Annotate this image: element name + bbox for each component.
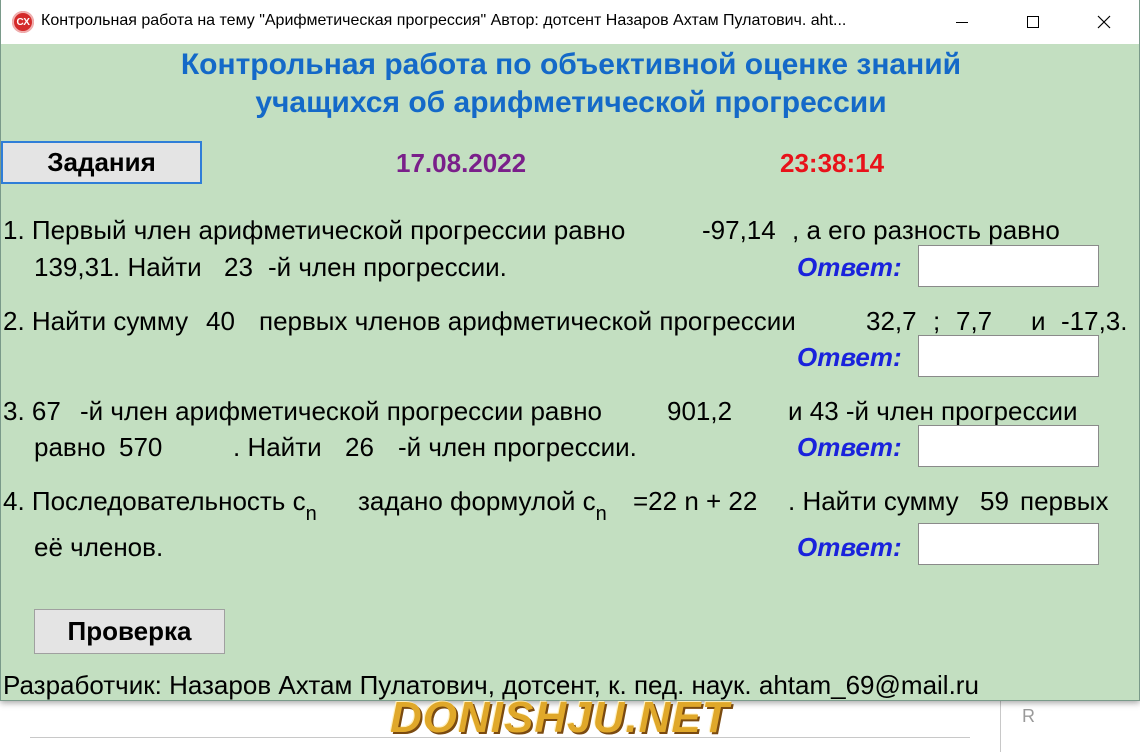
task2-sep1: ; bbox=[933, 306, 941, 336]
check-button[interactable]: Проверка bbox=[34, 609, 225, 654]
task2-sep2: и bbox=[1031, 306, 1046, 336]
tasks-button[interactable]: Задания bbox=[1, 141, 202, 184]
task4-text-a-main: 4. Последовательность с bbox=[3, 486, 306, 516]
minimize-button[interactable] bbox=[928, 0, 996, 44]
maximize-icon bbox=[1027, 16, 1039, 28]
task4-text-d: первых bbox=[1020, 486, 1109, 516]
task4-count: 59 bbox=[980, 486, 1009, 516]
task4-text-b-main: задано формулой с bbox=[358, 486, 596, 516]
task3-answer-input[interactable] bbox=[918, 425, 1099, 467]
task1-text-c: . Найти bbox=[113, 252, 202, 282]
task1-term-number: 23 bbox=[224, 252, 253, 282]
task3-value2: 570 bbox=[119, 432, 163, 462]
task4-formula: =22 n + 22 bbox=[633, 486, 758, 516]
time-display: 23:38:14 bbox=[780, 148, 885, 178]
task4-subscript-1: n bbox=[305, 503, 317, 525]
task1-text-a: 1. Первый член арифметической прогрессии… bbox=[3, 215, 626, 245]
task1-difference: 139,31 bbox=[34, 252, 114, 282]
page-title-line1: Контрольная работа по объективной оценке… bbox=[180, 48, 962, 81]
task3-text-c: равно bbox=[34, 432, 106, 462]
task3-text-e: -й член прогрессии. bbox=[398, 432, 637, 462]
task3-term-number: 26 bbox=[345, 432, 374, 462]
task4-text-a: 4. Последовательность сn bbox=[3, 486, 317, 526]
task2-count: 40 bbox=[206, 306, 235, 336]
task3-text-d: . Найти bbox=[233, 432, 322, 462]
close-icon bbox=[1097, 15, 1111, 29]
task2-value3: -17,3. bbox=[1061, 306, 1128, 336]
task1-answer-label: Ответ: bbox=[797, 252, 902, 282]
date-display: 17.08.2022 bbox=[396, 148, 527, 178]
background-letter: R bbox=[1022, 706, 1035, 726]
task1-first-term: -97,14 bbox=[702, 215, 776, 245]
task1-text-b: , а его разность равно bbox=[792, 215, 1060, 245]
task2-answer-label: Ответ: bbox=[797, 342, 902, 372]
window-title: Контрольная работа на тему "Арифметическ… bbox=[41, 12, 847, 29]
task4-answer-label: Ответ: bbox=[797, 532, 902, 562]
task1-answer-input[interactable] bbox=[918, 245, 1099, 287]
task3-answer-label: Ответ: bbox=[797, 432, 902, 462]
task4-text-b: задано формулой сn bbox=[358, 486, 607, 526]
task3-term1: 3. 67 bbox=[3, 396, 61, 426]
task2-value1: 32,7 bbox=[866, 306, 917, 336]
title-bar: CX Контрольная работа на тему "Арифметич… bbox=[1, 0, 1139, 44]
task4-answer-input[interactable] bbox=[918, 523, 1099, 565]
task2-value2: 7,7 bbox=[956, 306, 993, 336]
task2-answer-input[interactable] bbox=[918, 335, 1099, 377]
app-logo-icon: CX bbox=[12, 11, 34, 33]
app-window: CX Контрольная работа на тему "Арифметич… bbox=[0, 0, 1140, 701]
task2-text-b: первых членов арифметической прогрессии bbox=[259, 306, 796, 336]
task3-value1: 901,2 bbox=[667, 396, 733, 426]
task3-text-b: и 43 -й член прогрессии bbox=[788, 396, 1078, 426]
maximize-button[interactable] bbox=[999, 0, 1067, 44]
page-title-line2: учащихся об арифметической прогрессии bbox=[255, 86, 887, 119]
site-watermark-logo: DONISHJU.NET bbox=[390, 693, 730, 742]
background-divider bbox=[1000, 700, 1001, 752]
task4-text-c: . Найти сумму bbox=[788, 486, 959, 516]
task4-text-e: её членов. bbox=[34, 532, 164, 562]
task3-text-a: -й член арифметической прогрессии равно bbox=[80, 396, 603, 426]
close-button[interactable] bbox=[1070, 0, 1138, 44]
task4-subscript-2: n bbox=[595, 503, 607, 525]
minimize-icon bbox=[956, 21, 968, 23]
task2-text-a: 2. Найти сумму bbox=[3, 306, 189, 336]
task1-text-d: -й член прогрессии. bbox=[268, 252, 507, 282]
